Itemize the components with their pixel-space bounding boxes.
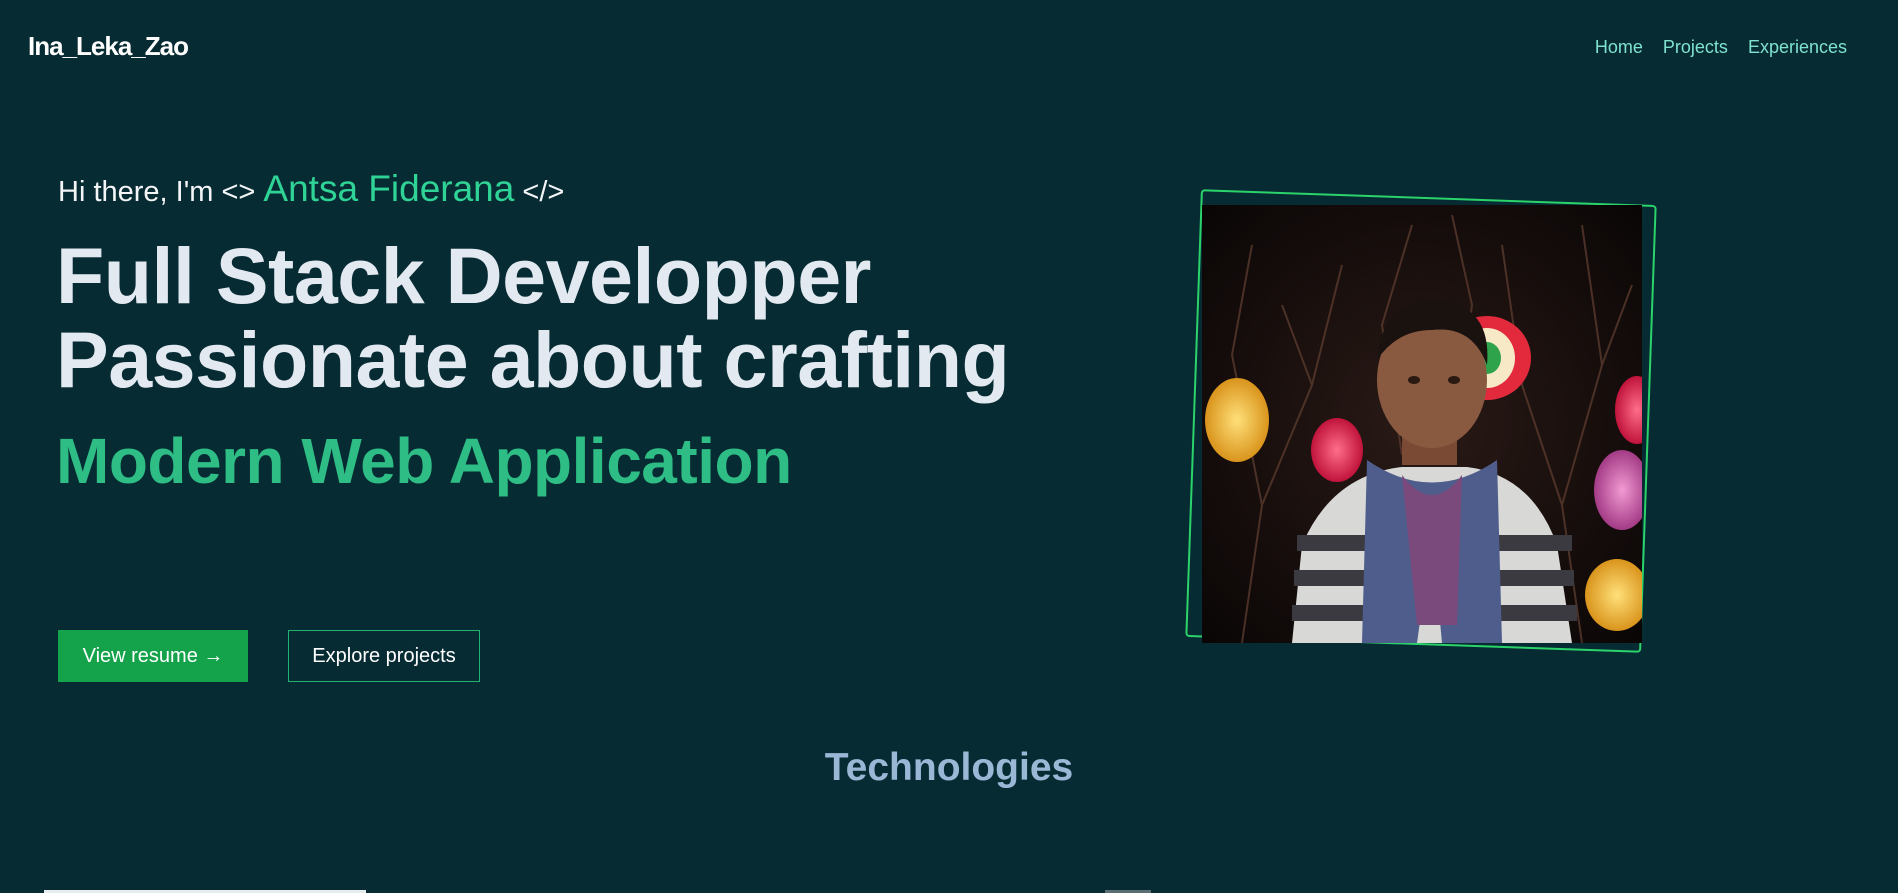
greeting-suffix: </> [522, 176, 565, 208]
headline-line-2: Passionate about crafting [56, 315, 1010, 404]
headline-line-1: Full Stack Developper [56, 231, 871, 320]
view-resume-button[interactable]: View resume → [58, 630, 248, 682]
site-logo[interactable]: Ina_Leka_Zao [28, 31, 189, 62]
portfolio-page: Ina_Leka_Zao Home Projects Experiences H… [0, 0, 1898, 893]
profile-photo [1202, 205, 1642, 643]
hero-greeting: Hi there, I'm <> Antsa Fiderana </> [58, 168, 564, 210]
nav-experiences-link[interactable]: Experiences [1748, 37, 1847, 58]
nav-home-link[interactable]: Home [1595, 37, 1643, 58]
explore-projects-button[interactable]: Explore projects [288, 630, 480, 682]
greeting-prefix: Hi there, I'm <> [58, 176, 256, 208]
main-nav: Home Projects Experiences [1595, 37, 1847, 58]
nav-projects-link[interactable]: Projects [1663, 37, 1728, 58]
hero-subheadline: Modern Web Application [56, 425, 792, 497]
developer-name: Antsa Fiderana [263, 168, 515, 209]
profile-photo-illustration [1202, 205, 1642, 643]
technologies-heading: Technologies [824, 746, 1074, 789]
hero-headline: Full Stack Developper Passionate about c… [56, 231, 1010, 404]
